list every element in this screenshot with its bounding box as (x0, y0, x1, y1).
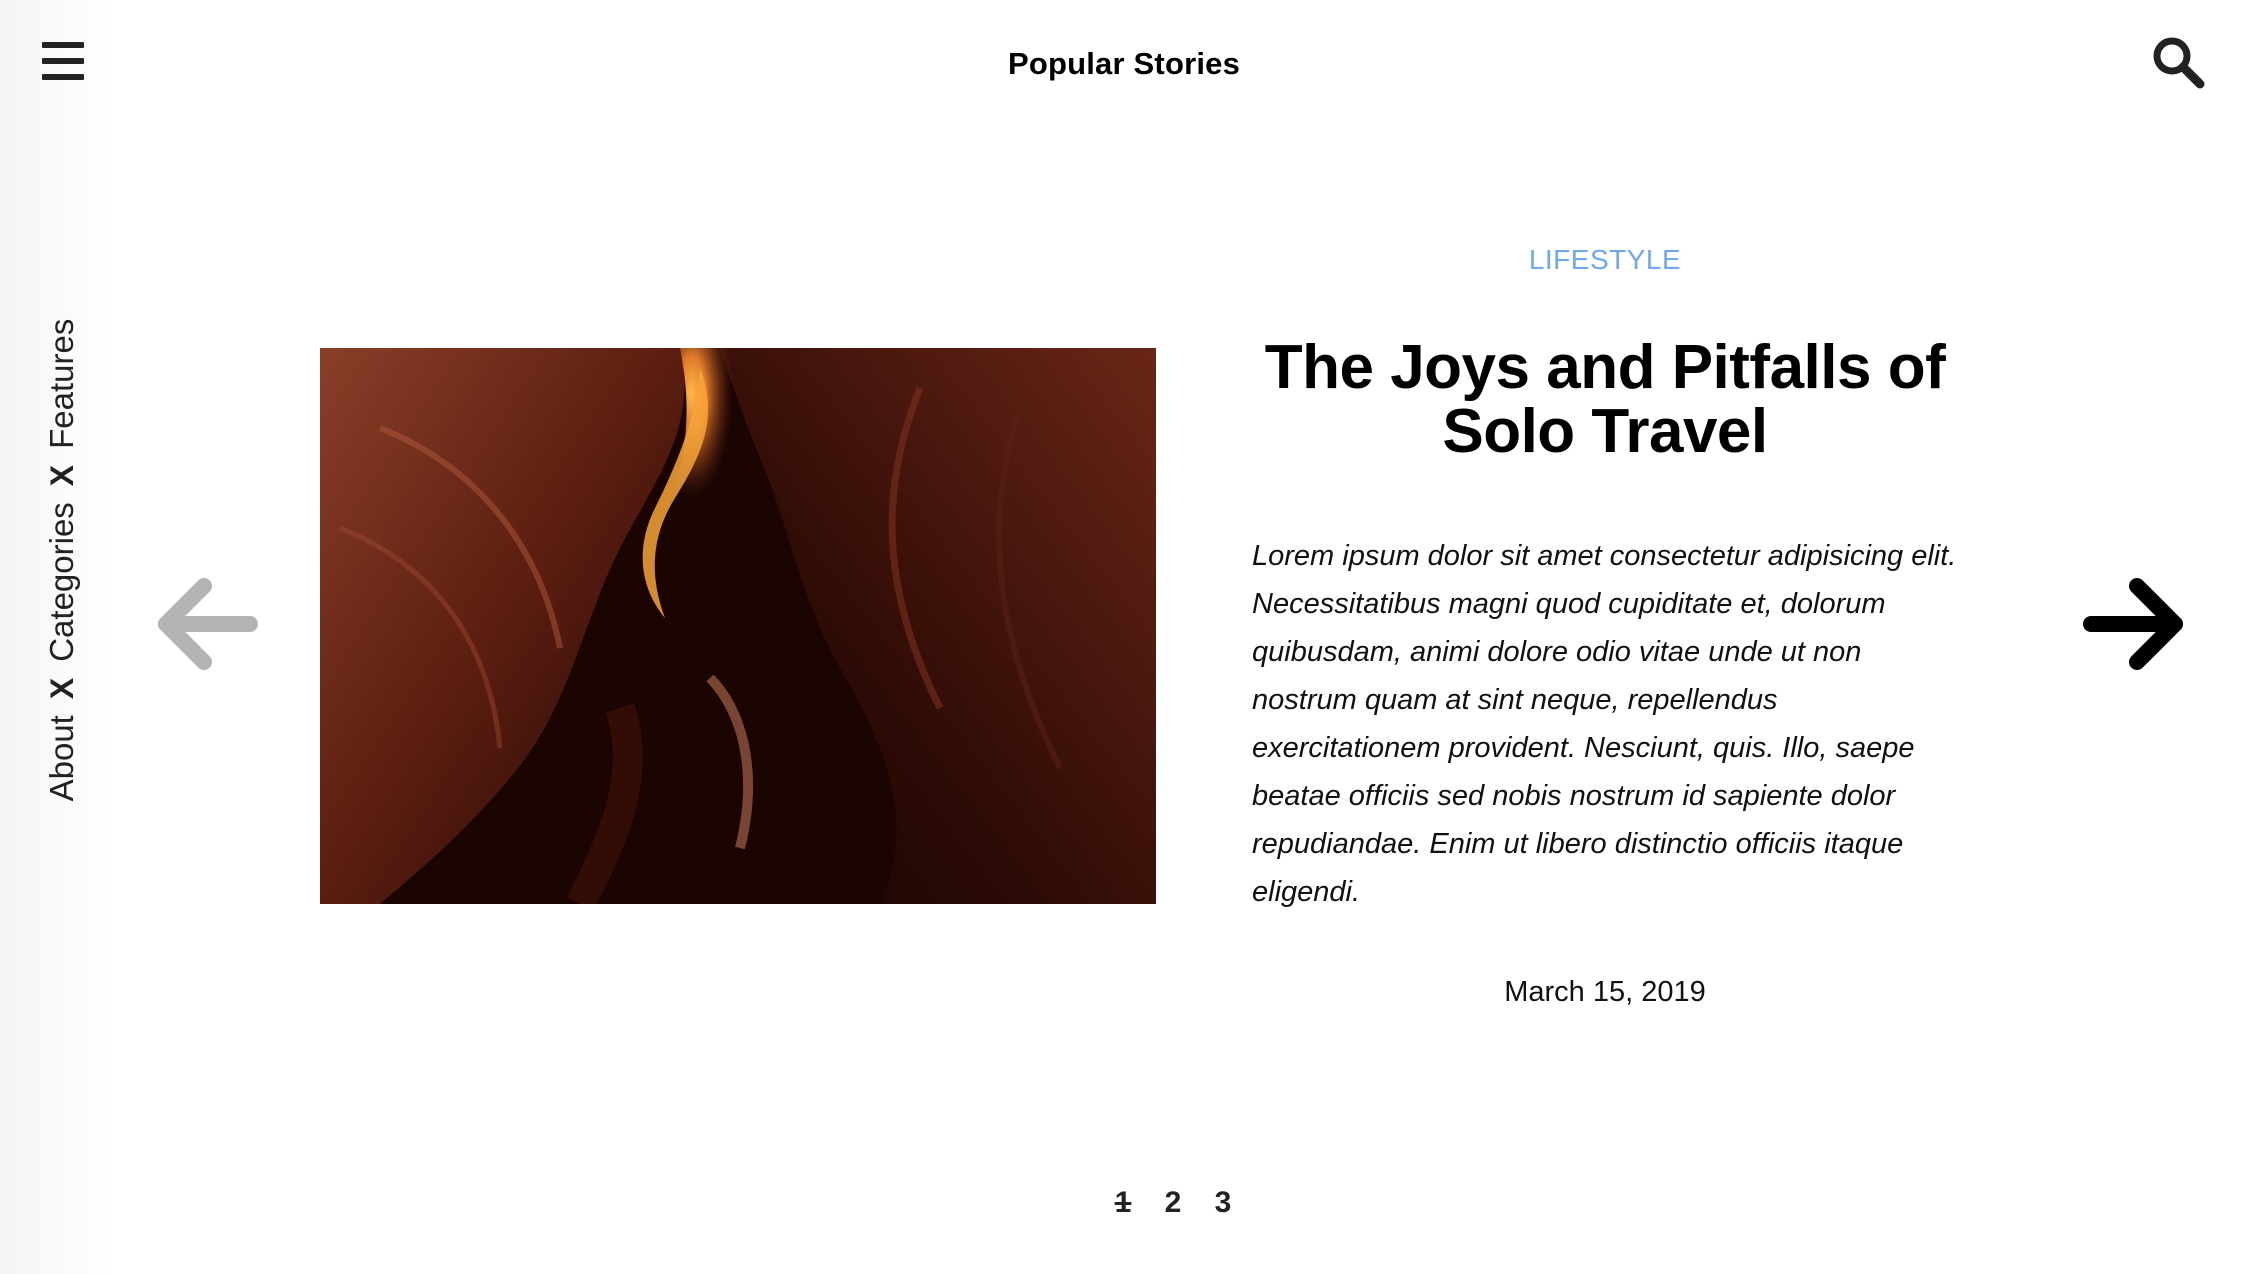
page: Popular Stories About X Categories X Fea… (0, 0, 2248, 1274)
page-link-2[interactable]: 2 (1160, 1186, 1186, 1220)
page-link-3[interactable]: 3 (1210, 1186, 1236, 1220)
canyon-photo[interactable] (320, 348, 1156, 904)
article-category[interactable]: LIFESTYLE (1255, 244, 1955, 276)
pagination: 1 2 3 (1110, 1186, 1236, 1220)
search-icon[interactable] (2150, 34, 2206, 90)
nav-separator: X (43, 677, 80, 700)
nav-separator: X (43, 464, 80, 487)
side-navigation: About X Categories X Features (43, 319, 81, 802)
article-excerpt: Lorem ipsum dolor sit amet consectetur a… (1252, 540, 1957, 908)
arrow-left-icon[interactable] (154, 574, 258, 674)
nav-link-categories[interactable]: Categories (43, 502, 81, 662)
page-link-1[interactable]: 1 (1110, 1186, 1136, 1220)
article-date: March 15, 2019 (1504, 976, 1706, 1008)
page-title: Popular Stories (1007, 46, 1241, 81)
arrow-right-icon[interactable] (2083, 574, 2187, 674)
nav-link-about[interactable]: About (43, 715, 81, 801)
nav-link-features[interactable]: Features (43, 319, 81, 449)
article-title[interactable]: The Joys and Pitfalls of Solo Travel (1235, 336, 1975, 464)
